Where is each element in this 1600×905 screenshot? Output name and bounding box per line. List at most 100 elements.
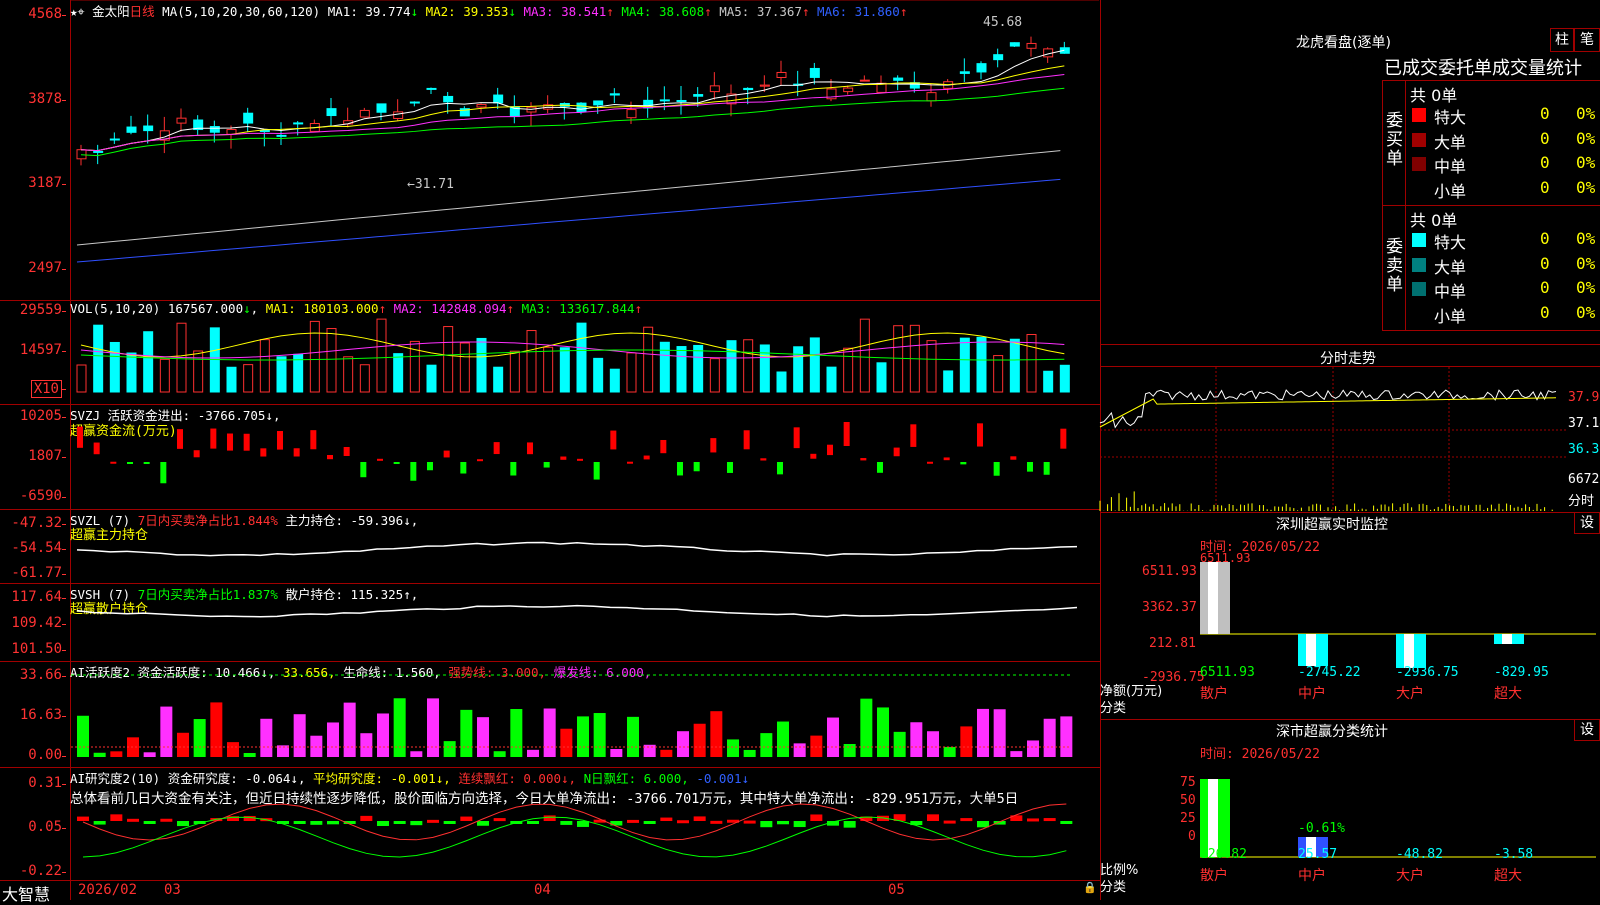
monitor-settings-button[interactable]: 设 — [1574, 512, 1600, 534]
bar-mode-button[interactable]: 柱 — [1550, 28, 1574, 52]
research-bar — [643, 821, 656, 824]
axis-tick — [62, 676, 66, 677]
research-bar — [1027, 818, 1039, 822]
volume-bar — [1059, 364, 1070, 393]
axis-tick — [62, 549, 66, 550]
activity-bar — [360, 733, 373, 757]
svsh-chart[interactable] — [71, 583, 1099, 661]
candle — [426, 87, 437, 90]
volume-bar — [443, 326, 454, 393]
axis-tick — [62, 784, 66, 785]
category-label: 超大 — [1494, 868, 1522, 884]
flow-bar — [227, 433, 233, 451]
volume-bar — [743, 339, 754, 393]
intraday-chart[interactable] — [1099, 367, 1566, 511]
classify-settings-button[interactable]: 设 — [1574, 719, 1600, 741]
category-label: 散户 — [1200, 686, 1228, 702]
volume-bar — [609, 368, 620, 393]
candle — [693, 94, 704, 97]
volume-bar — [959, 337, 970, 393]
ai-research-panel[interactable]: 0.31 0.05 -0.22 AI研究度2(10) 资金研究度: -0.064… — [0, 767, 1100, 880]
monitor-chart[interactable] — [1200, 562, 1596, 702]
activity-bar — [543, 708, 556, 757]
ai-research-chart[interactable] — [71, 767, 1099, 880]
lhb-pct: 0% — [1576, 229, 1596, 248]
lhb-pct: 0% — [1576, 128, 1596, 148]
research-bar — [360, 815, 373, 821]
flow-bar — [560, 456, 567, 460]
volume-bar — [393, 353, 404, 393]
lhb-pct: 0% — [1576, 302, 1596, 322]
volume-chart[interactable] — [71, 300, 1099, 404]
activity-bar — [877, 707, 889, 757]
ai-activity-panel[interactable]: 33.66 16.63 0.00 AI活跃度2 资金活跃度: 10.466↓, … — [0, 661, 1100, 768]
candle — [676, 99, 687, 102]
lhb-panel[interactable]: 龙虎看盘(逐单) 柱 笔 已成交委托单成交量统计 委买单 委卖单 共 0单 共 … — [1100, 0, 1600, 345]
ai-activity-chart[interactable] — [71, 661, 1099, 767]
activity-bar — [93, 752, 106, 757]
research-bar — [693, 816, 706, 821]
legend-swatch — [1412, 132, 1426, 147]
axis-label: 0.05 — [28, 819, 62, 835]
flow-bar — [693, 462, 700, 472]
classify-title: 深市超赢分类统计 — [1276, 724, 1388, 740]
activity-bar — [943, 746, 956, 757]
svzl-panel[interactable]: -47.32 -54.54 -61.77 SVZL (7) 7日内买卖净占比1.… — [0, 509, 1100, 584]
flow-bar — [143, 462, 150, 464]
axis-tick — [62, 574, 66, 575]
volume-bar — [243, 364, 254, 393]
svzl-chart[interactable] — [71, 509, 1099, 583]
intraday-title: 分时走势 — [1320, 351, 1376, 367]
monitor-axis-label: 6511.93 — [1142, 564, 1197, 579]
flow-bar — [460, 462, 467, 474]
kline-chart[interactable]: 45.68 ←31.71 — [71, 0, 1099, 300]
volume-panel[interactable]: 29559 14597 X10 VOL(5,10,20) 167567.000↓… — [0, 300, 1100, 405]
classify-stats-panel[interactable]: 深市超赢分类统计 设 时间: 2026/05/22 75 50 25 0 比例%… — [1100, 719, 1600, 900]
classify-axis-label: 0 — [1188, 829, 1196, 844]
category-label: 中户 — [1298, 868, 1326, 884]
lhb-count: 0 — [1540, 128, 1550, 148]
volume-bar — [926, 340, 937, 393]
axis-label: 16.63 — [19, 707, 62, 723]
activity-bar — [927, 731, 939, 757]
lock-icon[interactable]: 🔒 — [1083, 881, 1097, 894]
activity-bar — [960, 726, 973, 757]
svzj-chart[interactable] — [71, 404, 1099, 509]
intraday-panel[interactable]: 分时走势 37.97 37.14 36.31 6672 分时 — [1099, 344, 1600, 513]
activity-bar — [110, 751, 123, 757]
activity-bar — [627, 716, 639, 757]
volume-bar — [126, 352, 137, 393]
volume-bar — [426, 364, 437, 393]
flow-bar — [427, 462, 433, 471]
volume-bar — [859, 318, 870, 393]
realtime-monitor-panel[interactable]: 深圳超赢实时监控 设 时间: 2026/05/22 6511.93 3362.3… — [1100, 512, 1600, 720]
axis-tick — [62, 417, 66, 418]
research-bar — [1060, 821, 1073, 824]
activity-bar — [660, 749, 673, 757]
low-label: ←31.71 — [407, 177, 454, 192]
flow-bar — [193, 450, 200, 458]
ai-activity-axis: 33.66 16.63 0.00 — [0, 661, 66, 767]
intraday-vol-unit: 分时 — [1568, 494, 1595, 509]
lhb-label: 小单 — [1434, 181, 1467, 201]
axis-tick — [62, 100, 66, 101]
main-kline-panel[interactable]: 4568 3878 3187 2497 ★⌖ 金太阳日线 MA(5,10,20,… — [0, 0, 1100, 900]
svsh-panel[interactable]: 117.64 109.42 101.50 SVSH (7) 7日内买卖净占比1.… — [0, 583, 1100, 662]
candle — [393, 111, 404, 119]
lhb-count: 0 — [1540, 278, 1550, 297]
research-bar — [177, 821, 189, 827]
flow-bar — [627, 461, 633, 464]
flow-bar — [77, 426, 83, 448]
sell-total: 共 0单 — [1410, 211, 1458, 230]
volume-bar — [726, 340, 737, 393]
volume-bar — [693, 344, 704, 393]
research-bar — [1043, 818, 1056, 822]
candle — [359, 109, 370, 118]
tick-mode-button[interactable]: 笔 — [1574, 28, 1600, 52]
monitor-axis-label: 3362.37 — [1142, 600, 1197, 615]
svzj-panel[interactable]: 10205 1807 -6590 SVZJ 活跃资金进出: -3766.705↓… — [0, 404, 1100, 510]
candle — [209, 126, 220, 133]
activity-bar — [460, 709, 473, 757]
axis-tick — [62, 624, 66, 625]
candle — [743, 87, 754, 91]
